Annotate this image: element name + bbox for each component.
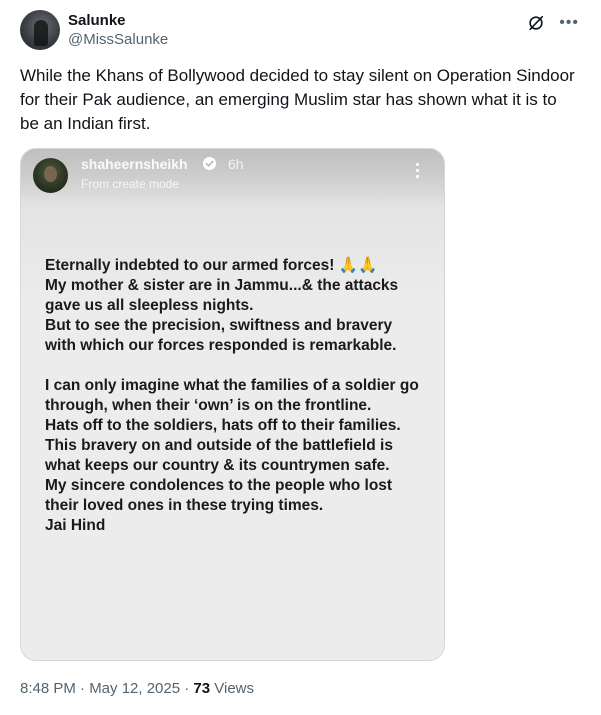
ellipsis-icon[interactable]: ••• (559, 15, 579, 31)
story-text: Eternally indebted to our armed forces! … (45, 257, 419, 534)
views-count: 73 (193, 680, 211, 697)
tweet-actions: ••• (527, 14, 579, 32)
story-image[interactable]: shaheernsheikh 6h From create mode Etern… (20, 148, 445, 661)
timestamp[interactable]: 8:48 PM · May 12, 2025 · (20, 680, 193, 697)
tweet-text: While the Khans of Bollywood decided to … (20, 66, 575, 133)
story-time: 6h (228, 156, 244, 172)
story-mode-label: From create mode (81, 177, 180, 191)
views-label: Views (210, 680, 255, 697)
display-name[interactable]: Salunke (68, 12, 168, 30)
verified-badge-icon (202, 156, 217, 171)
avatar[interactable] (20, 10, 60, 50)
story-username: shaheernsheikh (81, 156, 188, 172)
user-handle[interactable]: @MissSalunke (68, 30, 168, 50)
vertical-ellipsis-icon (416, 163, 420, 181)
tweet-meta: 8:48 PM · May 12, 2025 · 73 Views (20, 680, 254, 697)
story-avatar (33, 158, 68, 193)
tweet-header: Salunke @MissSalunke ••• (20, 10, 585, 54)
author-names: Salunke @MissSalunke (68, 12, 168, 50)
slashed-circle-icon[interactable] (527, 14, 545, 32)
